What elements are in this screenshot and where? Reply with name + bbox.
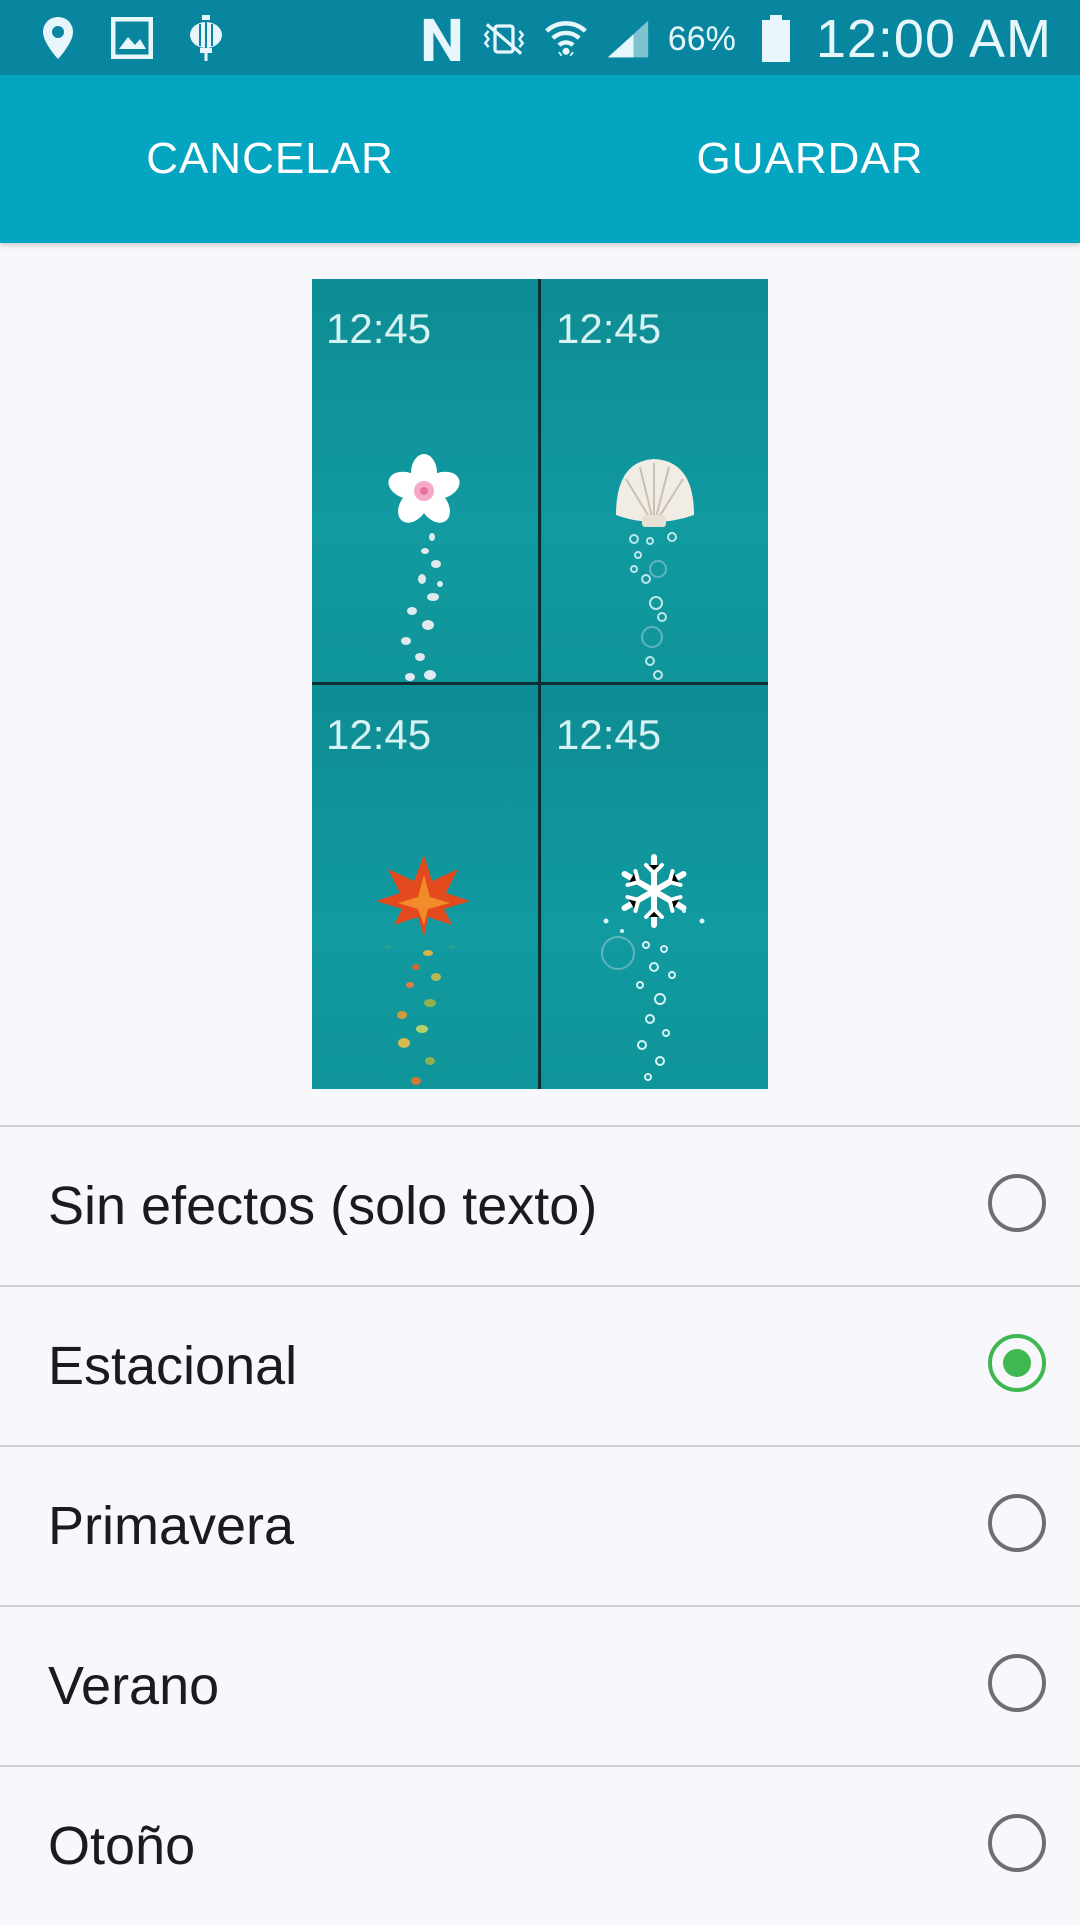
- save-button[interactable]: GUARDAR: [540, 75, 1080, 243]
- effect-preview: 12:45 12:45 12:45 12:45: [312, 279, 768, 1089]
- preview-tile-winter: 12:45: [542, 685, 768, 1089]
- option-label: Primavera: [48, 1496, 295, 1556]
- radio-button[interactable]: [988, 1174, 1046, 1232]
- option-otono[interactable]: Otoño: [0, 1767, 1080, 1925]
- option-verano[interactable]: Verano: [0, 1607, 1080, 1765]
- snowflake-icon: [601, 854, 705, 1081]
- vibrate-icon: [482, 13, 526, 65]
- signal-icon: [606, 13, 650, 65]
- preview-tile-autumn: 12:45: [312, 685, 538, 1089]
- clock: 12:00 AM: [815, 9, 1052, 69]
- preview-tile-summer: 12:45: [542, 279, 768, 683]
- radio-button[interactable]: [988, 1494, 1046, 1552]
- battery-icon: [754, 13, 798, 65]
- option-label: Sin efectos (solo texto): [48, 1176, 598, 1236]
- nfc-icon: [420, 13, 464, 65]
- image-icon: [110, 12, 154, 64]
- wifi-icon: [544, 13, 588, 65]
- radio-button[interactable]: [988, 1654, 1046, 1712]
- option-label: Estacional: [48, 1336, 298, 1396]
- option-estacional[interactable]: Estacional: [0, 1287, 1080, 1445]
- battery-percentage: 66%: [667, 19, 736, 58]
- option-label: Verano: [48, 1656, 220, 1716]
- action-bar: CANCELAR GUARDAR: [0, 75, 1080, 243]
- option-sin-efectos[interactable]: Sin efectos (solo texto): [0, 1127, 1080, 1285]
- option-label: Otoño: [48, 1816, 196, 1876]
- effect-options-list: Sin efectos (solo texto) Estacional Prim…: [0, 1125, 1080, 1925]
- status-bar: 66% 12:00 AM: [0, 0, 1080, 75]
- cancel-button[interactable]: CANCELAR: [0, 75, 540, 243]
- option-primavera[interactable]: Primavera: [0, 1447, 1080, 1605]
- radio-button-selected[interactable]: [988, 1334, 1046, 1392]
- preview-tile-spring: 12:45: [312, 279, 538, 683]
- seashell-icon: [616, 459, 694, 680]
- preview-divider: [312, 682, 768, 685]
- radio-button[interactable]: [988, 1814, 1046, 1872]
- location-icon: [36, 12, 80, 64]
- sakura-flower-icon: [388, 454, 460, 681]
- maple-leaf-icon: [376, 855, 470, 1085]
- lantern-icon: [184, 12, 228, 64]
